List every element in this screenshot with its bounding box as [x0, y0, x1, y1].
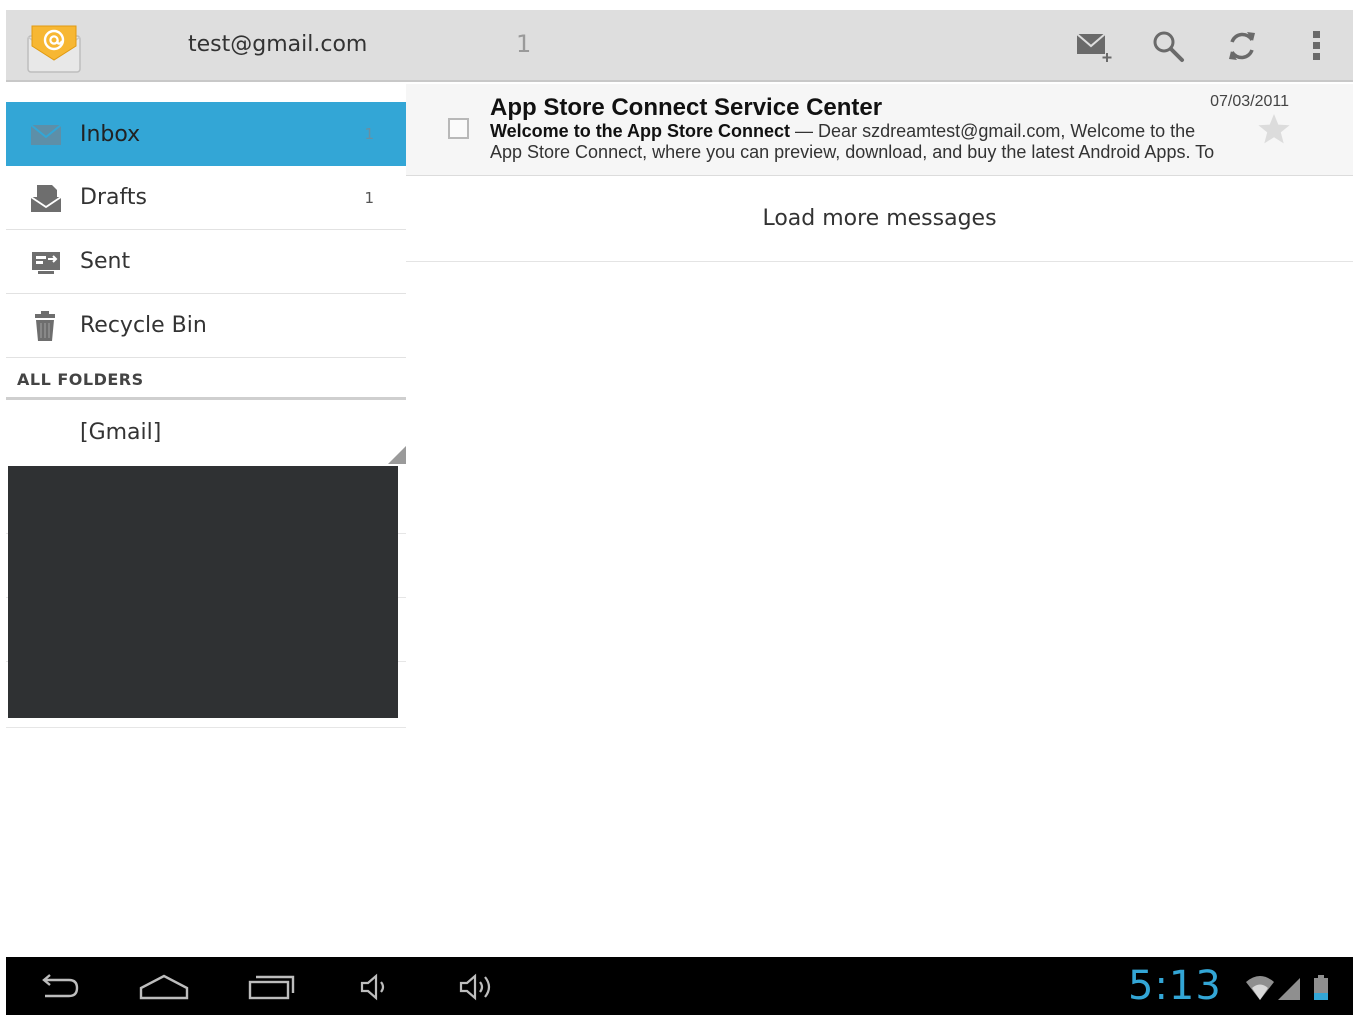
signal-icon [1278, 978, 1300, 1000]
email-app-screen: test@gmail.com 1 Inbox 1 Drafts 1 Sent R… [6, 0, 1353, 1015]
sent-icon [32, 252, 60, 274]
folder-drafts[interactable]: Drafts 1 [6, 166, 406, 230]
recent-apps-icon[interactable] [246, 969, 296, 1005]
volume-up-icon[interactable] [458, 969, 498, 1005]
back-icon[interactable] [34, 969, 84, 1005]
wifi-icon [1246, 976, 1274, 1000]
drafts-icon [30, 185, 62, 212]
home-icon[interactable] [138, 969, 190, 1005]
star-icon[interactable] [1257, 112, 1291, 146]
inbox-icon [30, 124, 62, 145]
message-list: App Store Connect Service Center 07/03/2… [406, 84, 1353, 262]
folder-sent[interactable]: Sent [6, 230, 406, 294]
message-snippet: Welcome to the App Store Connect — Dear … [490, 121, 1220, 163]
divider [6, 727, 406, 728]
section-header-label: ALL FOLDERS [17, 370, 144, 389]
folder-label: Sent [80, 249, 131, 274]
message-sender: App Store Connect Service Center [490, 94, 883, 121]
refresh-icon[interactable] [1220, 24, 1264, 68]
folder-recycle-bin[interactable]: Recycle Bin [6, 294, 406, 358]
unread-count: 1 [516, 30, 532, 58]
message-date: 07/03/2011 [1210, 93, 1289, 110]
email-app-icon[interactable] [24, 20, 84, 74]
overflow-menu-icon[interactable] [1294, 24, 1338, 68]
account-email[interactable]: test@gmail.com [188, 32, 367, 57]
folder-gmail[interactable]: [Gmail] [6, 400, 406, 464]
redacted-overlay [8, 466, 398, 718]
compose-mail-icon[interactable] [1072, 24, 1116, 68]
message-item[interactable]: App Store Connect Service Center 07/03/2… [406, 84, 1353, 176]
submenu-corner-icon [388, 446, 406, 464]
folder-count: 1 [364, 125, 374, 143]
system-navigation-bar: 5:13 [6, 957, 1353, 1015]
battery-icon [1314, 975, 1328, 1000]
folder-label: Drafts [80, 185, 147, 210]
action-bar: test@gmail.com 1 [6, 10, 1353, 82]
clock: 5:13 [1128, 963, 1222, 1009]
folder-label: Inbox [80, 121, 141, 147]
all-folders-header: ALL FOLDERS [6, 358, 406, 400]
search-icon[interactable] [1146, 24, 1190, 68]
volume-down-icon[interactable] [358, 969, 392, 1005]
subject-separator: — [790, 121, 819, 141]
folder-label: [Gmail] [80, 420, 162, 445]
folder-count: 1 [364, 188, 374, 207]
load-more-button[interactable]: Load more messages [406, 176, 1353, 262]
folder-label: Recycle Bin [80, 313, 207, 338]
status-icons [1246, 975, 1328, 1000]
folder-inbox[interactable]: Inbox 1 [6, 102, 406, 166]
load-more-label: Load more messages [762, 206, 997, 231]
message-checkbox[interactable] [448, 118, 469, 139]
trash-icon [35, 311, 55, 341]
message-subject: Welcome to the App Store Connect [490, 121, 791, 141]
